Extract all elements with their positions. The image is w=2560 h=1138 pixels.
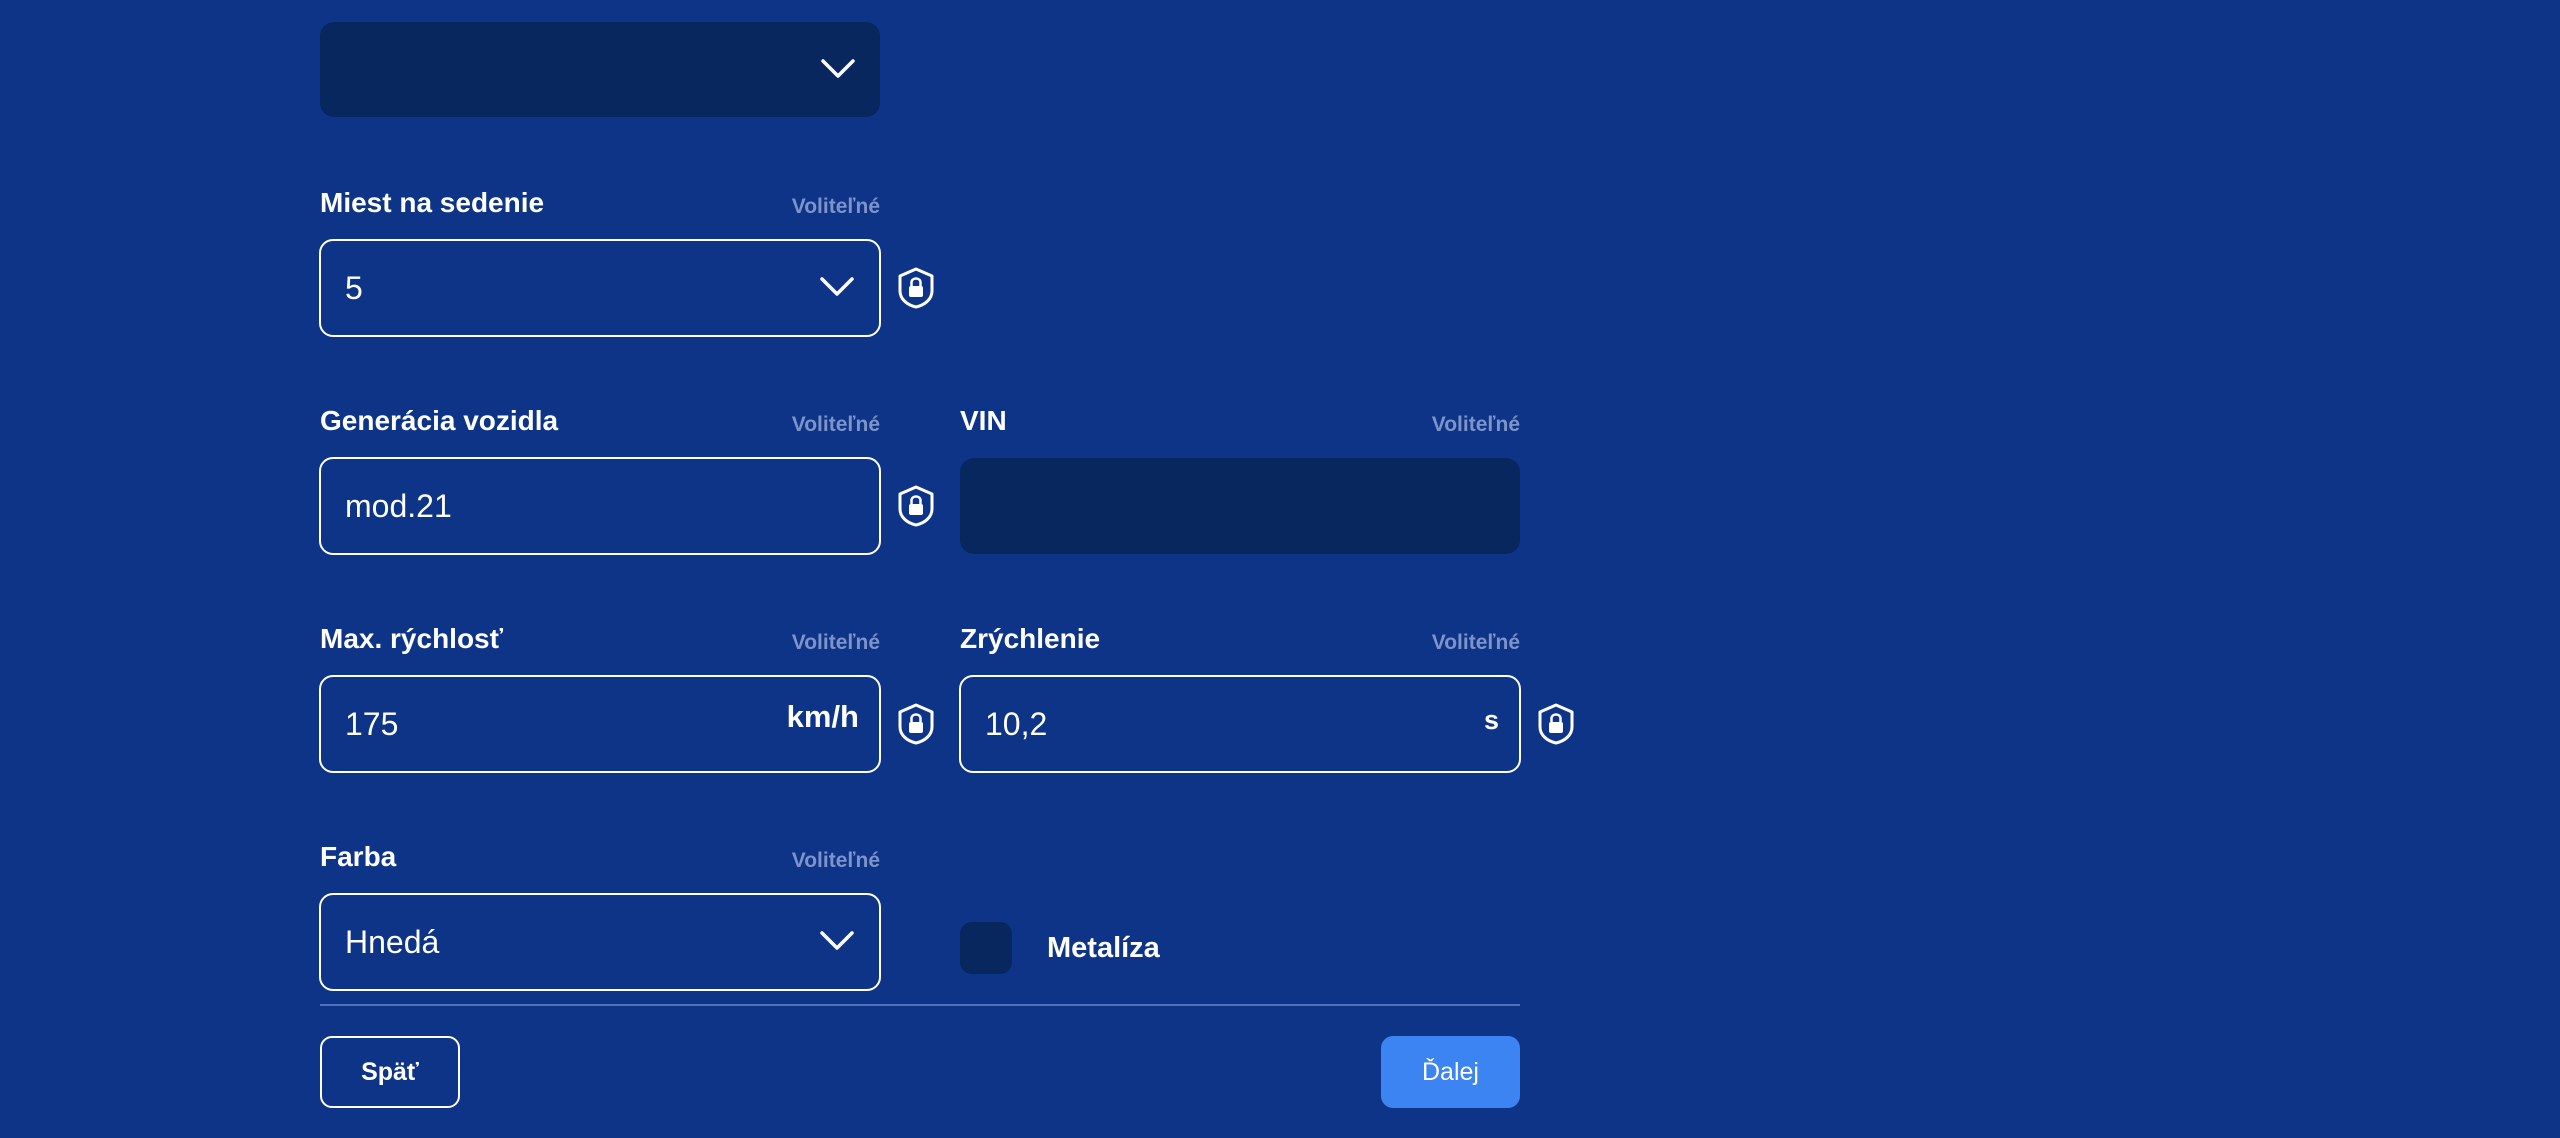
seats-value: 5 (345, 270, 363, 306)
generation-input[interactable]: mod.21 (319, 457, 881, 555)
max-speed-label: Max. rýchlosť (320, 623, 504, 654)
max-speed-input[interactable]: 175 km/h (319, 675, 881, 773)
color-select[interactable]: Hnedá (319, 893, 881, 991)
footer-divider (320, 1004, 1520, 1006)
metallic-checkbox[interactable] (960, 922, 1012, 974)
color-value: Hnedá (345, 924, 440, 960)
next-button[interactable]: Ďalej (1381, 1036, 1520, 1108)
acceleration-label: Zrýchlenie (960, 623, 1101, 654)
shield-lock-icon[interactable] (1537, 703, 1575, 745)
shield-lock-icon[interactable] (897, 267, 935, 309)
max-speed-optional-tag: Voliteľné (791, 631, 880, 654)
color-label: Farba (320, 841, 397, 872)
top-select[interactable] (320, 22, 880, 117)
acceleration-input[interactable]: 10,2 s (959, 675, 1521, 773)
shield-lock-icon[interactable] (897, 703, 935, 745)
seats-label: Miest na sedenie (320, 187, 545, 218)
metallic-label[interactable]: Metalíza (1047, 930, 1160, 966)
vehicle-details-form: Miest na sedenie Voliteľné 5 Generácia v… (0, 0, 2560, 1138)
chevron-down-icon (820, 277, 854, 296)
chevron-down-icon (820, 931, 854, 950)
shield-lock-icon[interactable] (897, 485, 935, 527)
generation-optional-tag: Voliteľné (791, 413, 880, 436)
vin-input[interactable] (960, 458, 1520, 554)
vin-optional-tag: Voliteľné (1431, 413, 1520, 436)
color-optional-tag: Voliteľné (791, 849, 880, 872)
max-speed-unit: km/h (786, 699, 859, 734)
vin-label: VIN (960, 405, 1007, 436)
generation-label: Generácia vozidla (320, 405, 559, 436)
acceleration-value: 10,2 (985, 706, 1048, 742)
seats-optional-tag: Voliteľné (791, 195, 880, 218)
max-speed-value: 175 (345, 706, 399, 742)
chevron-down-icon (821, 59, 855, 78)
acceleration-optional-tag: Voliteľné (1431, 631, 1520, 654)
acceleration-unit: s (1483, 705, 1499, 735)
generation-value: mod.21 (345, 488, 452, 524)
back-button[interactable]: Späť (320, 1036, 460, 1108)
seats-select[interactable]: 5 (319, 239, 881, 337)
